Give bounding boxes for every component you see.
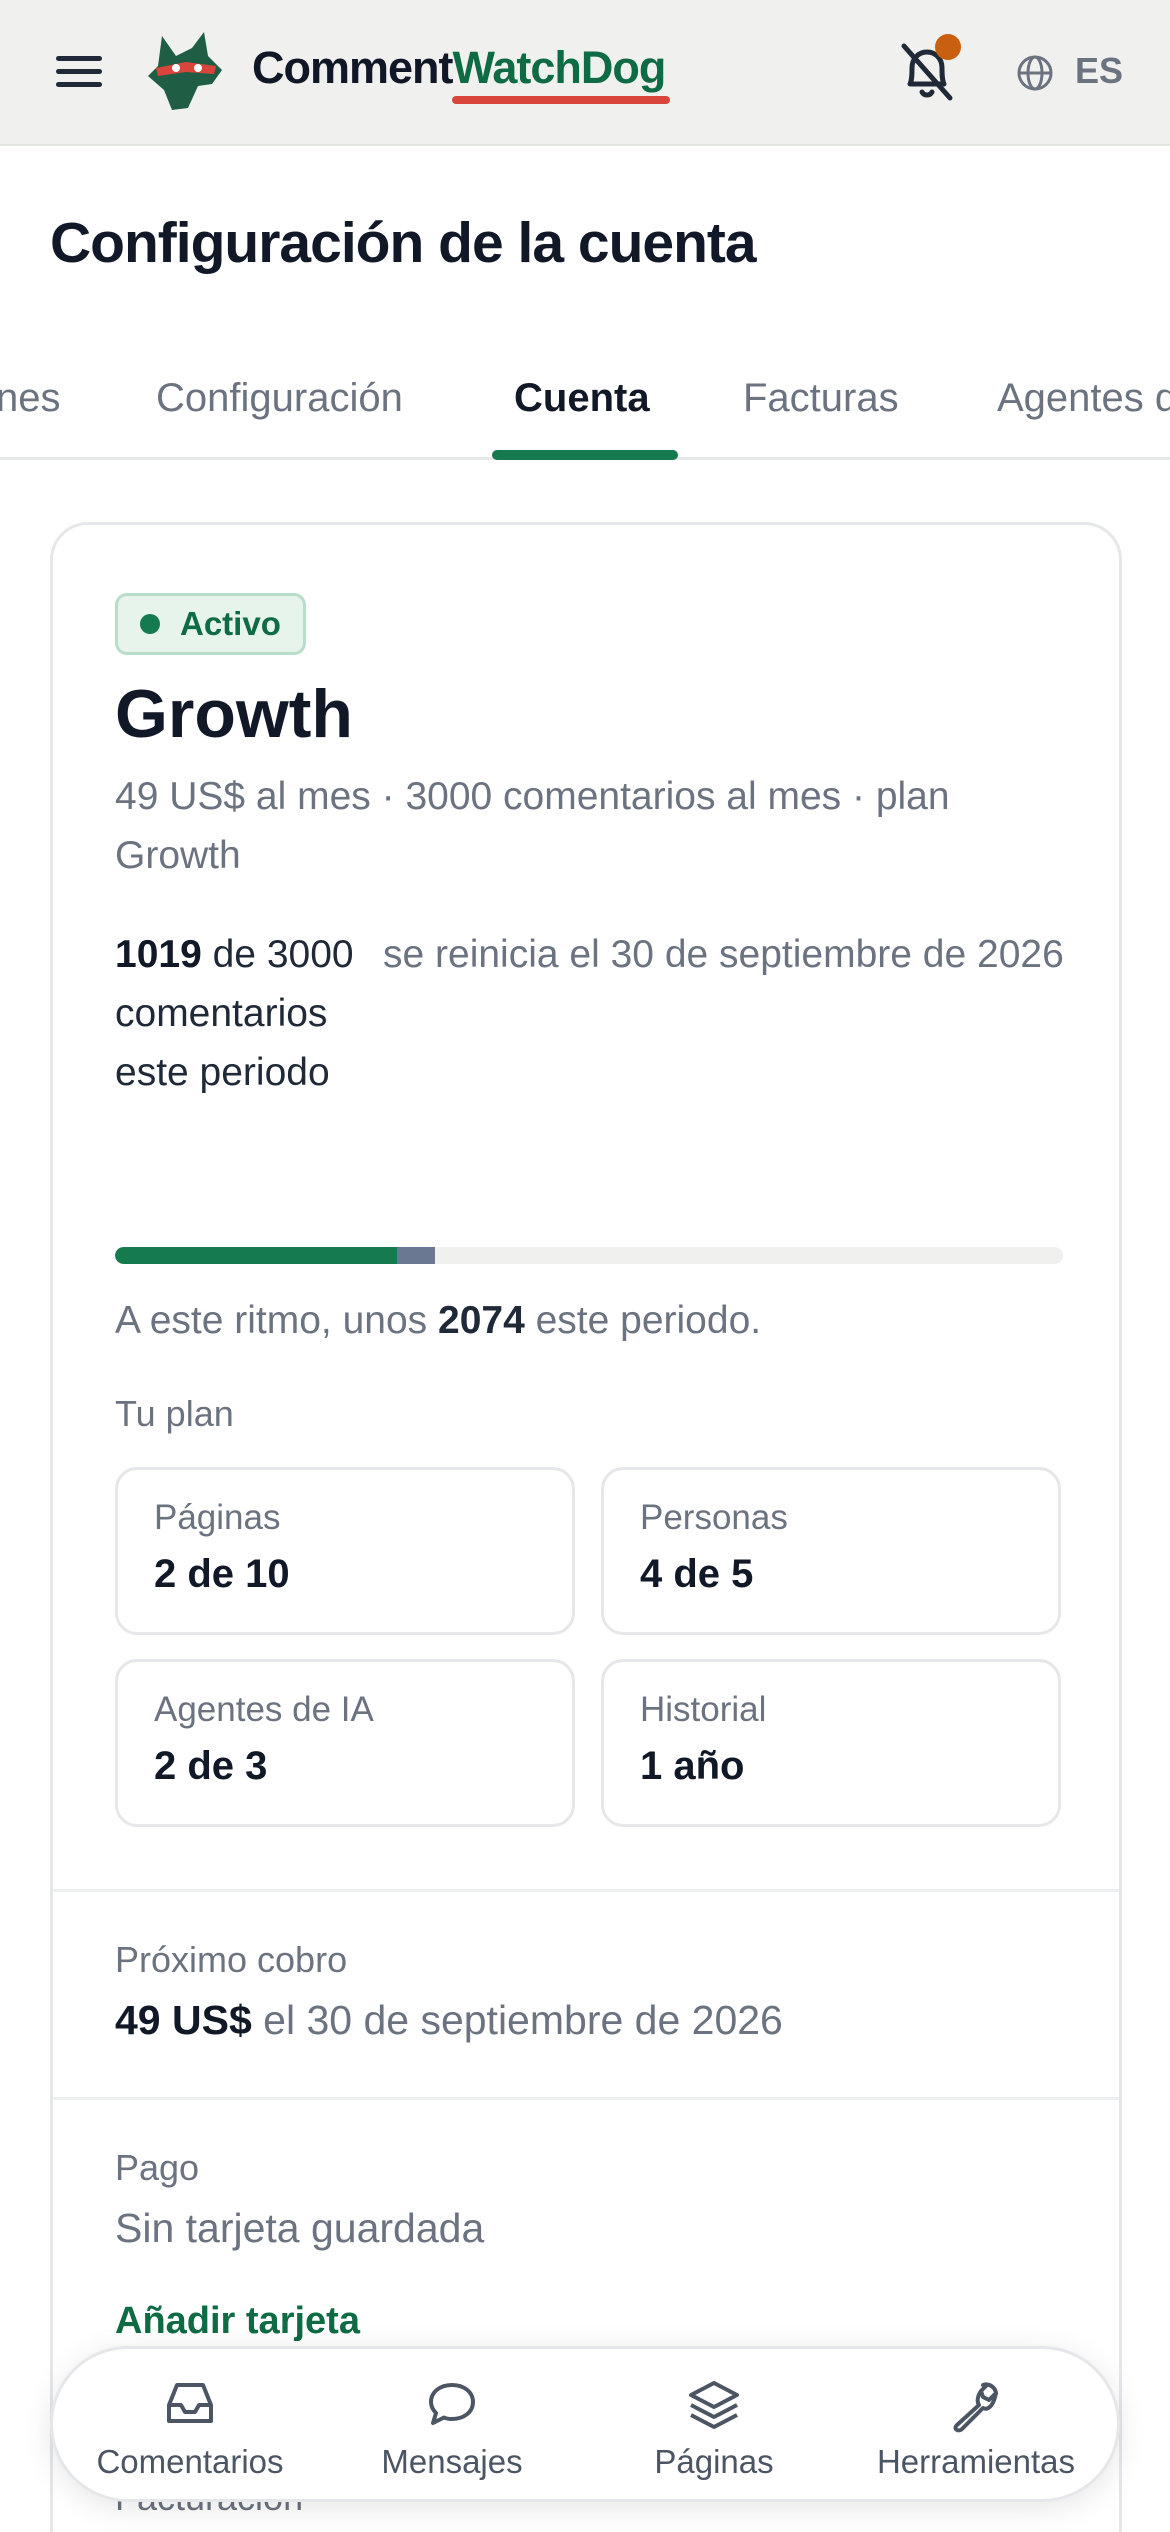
next-charge-amount: 49 US$ xyxy=(115,1997,252,2043)
nav-herramientas[interactable]: Herramientas xyxy=(845,2349,1107,2505)
nav-label: Comentarios xyxy=(96,2443,284,2480)
status-label: Activo xyxy=(180,605,281,642)
tile-paginas: Páginas 2 de 10 xyxy=(115,1467,575,1635)
nav-mensajes[interactable]: Mensajes xyxy=(321,2349,583,2505)
nav-comentarios[interactable]: Comentarios xyxy=(59,2349,321,2505)
nav-label: Mensajes xyxy=(381,2443,523,2480)
tile-value: 2 de 3 xyxy=(154,1744,268,1788)
plan-name: Growth xyxy=(115,676,353,752)
bottom-nav: Comentarios Mensajes Páginas Herramienta… xyxy=(50,2346,1120,2502)
usage-summary: 1019 de 3000 comentarios este periodo xyxy=(115,925,355,1102)
language-selector[interactable]: ES xyxy=(1075,50,1123,92)
tab-configuracion[interactable]: Configuración xyxy=(156,376,403,421)
account-card: Activo Growth 49 US$ al mes · 3000 comen… xyxy=(50,522,1122,2532)
tab-bar: nes Configuración Cuenta Facturas Agente… xyxy=(0,370,1170,460)
projected-usage-fill xyxy=(397,1247,435,1264)
status-dot xyxy=(140,614,160,634)
inbox-icon xyxy=(167,2383,213,2423)
payment-label: Pago xyxy=(115,2147,200,2188)
reset-date: se reinicia el 30 de septiembre de 2026 xyxy=(383,933,1064,976)
plan-description: 49 US$ al mes · 3000 comentarios al mes … xyxy=(115,775,950,877)
pace-suffix: este periodo. xyxy=(524,1299,762,1342)
tile-value: 2 de 10 xyxy=(154,1552,290,1596)
section-divider xyxy=(53,1889,1119,1892)
tile-personas: Personas 4 de 5 xyxy=(601,1467,1061,1635)
tile-label: Historial xyxy=(640,1690,767,1729)
globe-icon[interactable] xyxy=(1016,54,1054,92)
next-charge-value: 49 US$ el 30 de septiembre de 2026 xyxy=(115,1997,783,2044)
tile-label: Personas xyxy=(640,1498,788,1537)
pace-value: 2074 xyxy=(438,1299,525,1342)
brand-underline xyxy=(452,96,670,104)
tile-agentes-ia: Agentes de IA 2 de 3 xyxy=(115,1659,575,1827)
tab-facturas[interactable]: Facturas xyxy=(743,376,899,421)
top-bar: CommentWatchDog ES xyxy=(0,0,1170,146)
usage-count: 1019 xyxy=(115,933,202,976)
layers-icon xyxy=(689,2381,739,2429)
tile-value: 4 de 5 xyxy=(640,1552,754,1596)
nav-label: Páginas xyxy=(654,2443,774,2480)
nav-label: Herramientas xyxy=(876,2443,1076,2480)
active-tab-indicator xyxy=(492,450,678,460)
usage-progress-bar xyxy=(115,1247,1063,1264)
your-plan-label: Tu plan xyxy=(115,1393,234,1434)
tile-value: 1 año xyxy=(640,1744,745,1788)
wrench-icon xyxy=(953,2382,998,2433)
chat-bubble-icon xyxy=(429,2383,475,2425)
section-divider xyxy=(53,2097,1119,2100)
page-title: Configuración de la cuenta xyxy=(50,211,757,275)
next-charge-date: el 30 de septiembre de 2026 xyxy=(251,1997,783,2043)
tile-label: Agentes de IA xyxy=(154,1690,374,1729)
next-charge-label: Próximo cobro xyxy=(115,1939,348,1980)
brand-name[interactable]: CommentWatchDog xyxy=(252,42,666,94)
pace-prefix: A este ritmo, unos xyxy=(115,1299,438,1342)
menu-icon[interactable] xyxy=(56,56,102,90)
pace-estimate: A este ritmo, unos 2074 este periodo. xyxy=(115,1291,761,1350)
tab-agentes[interactable]: Agentes d xyxy=(997,376,1170,421)
dog-logo-icon xyxy=(148,32,222,110)
payment-value: Sin tarjeta guardada xyxy=(115,2205,485,2251)
tab-cuenta[interactable]: Cuenta xyxy=(514,376,650,421)
tile-label: Páginas xyxy=(154,1498,281,1537)
tile-historial: Historial 1 año xyxy=(601,1659,1061,1827)
usage-progress-fill xyxy=(115,1247,397,1264)
status-badge: Activo xyxy=(115,593,306,655)
notification-dot xyxy=(935,34,961,60)
add-card-link[interactable]: Añadir tarjeta xyxy=(115,2300,360,2343)
tab-partial-left[interactable]: nes xyxy=(0,376,61,421)
nav-paginas[interactable]: Páginas xyxy=(583,2349,845,2505)
